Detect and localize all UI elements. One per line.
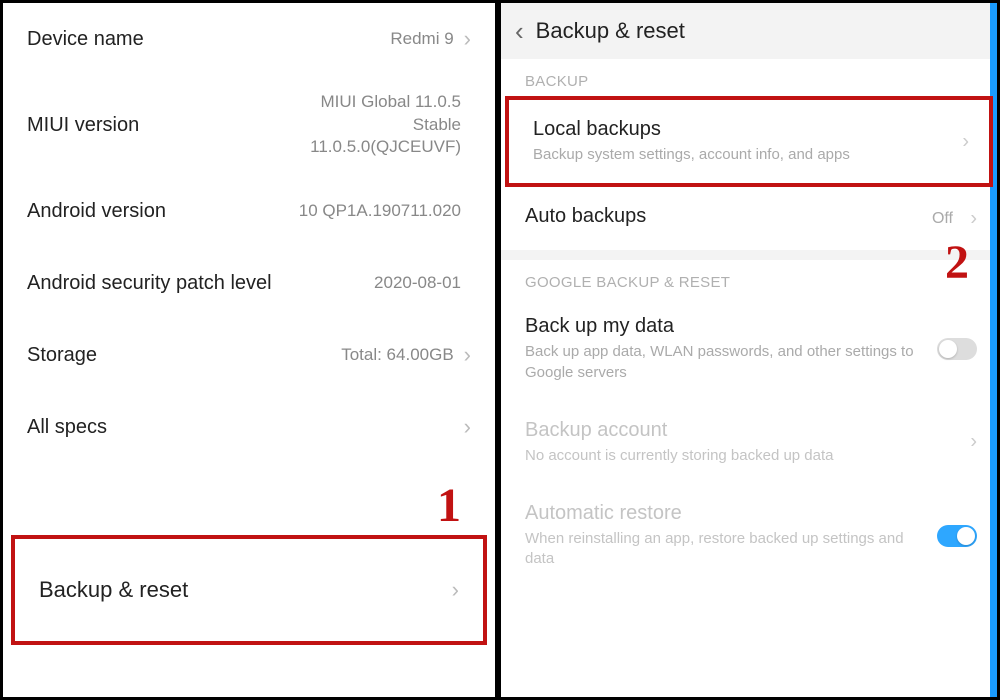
chevron-right-icon: › — [464, 414, 471, 440]
subtitle: Back up app data, WLAN passwords, and ot… — [525, 342, 928, 383]
section-backup: BACKUP — [501, 59, 997, 96]
status-value: Off — [932, 210, 953, 228]
label: Device name — [27, 28, 390, 51]
label: Android version — [27, 200, 299, 223]
chevron-right-icon: › — [962, 130, 969, 153]
row-local-backups[interactable]: Local backups Backup system settings, ac… — [505, 96, 993, 187]
divider — [501, 250, 997, 260]
row-automatic-restore[interactable]: Automatic restore When reinstalling an a… — [501, 484, 997, 588]
row-backup-reset[interactable]: Backup & reset › — [11, 535, 487, 645]
value: Total: 64.00GB — [341, 344, 453, 367]
label: Android security patch level — [27, 272, 374, 295]
section-google-backup: GOOGLE BACKUP & RESET — [501, 260, 997, 297]
chevron-right-icon: › — [970, 207, 977, 230]
toggle-switch[interactable] — [937, 525, 977, 547]
page-title: Backup & reset — [536, 18, 685, 44]
row-back-up-my-data[interactable]: Back up my data Back up app data, WLAN p… — [501, 297, 997, 401]
chevron-right-icon: › — [464, 342, 471, 368]
chevron-right-icon: › — [970, 431, 977, 454]
chevron-right-icon: › — [464, 26, 471, 52]
value: Redmi 9 — [390, 28, 453, 51]
settings-about-pane: Device name Redmi 9 › MIUI version MIUI … — [3, 3, 495, 697]
toggle-switch[interactable] — [937, 338, 977, 360]
title: Local backups — [533, 118, 965, 141]
row-miui-version[interactable]: MIUI version MIUI Global 11.0.5 Stable 1… — [3, 75, 495, 175]
row-storage[interactable]: Storage Total: 64.00GB › — [3, 319, 495, 391]
label: Storage — [27, 344, 341, 367]
label: MIUI version — [27, 114, 310, 137]
row-android-version[interactable]: Android version 10 QP1A.190711.020 — [3, 175, 495, 247]
subtitle: Backup system settings, account info, an… — [533, 145, 922, 165]
backup-reset-pane: ‹ Backup & reset BACKUP Local backups Ba… — [501, 3, 997, 697]
row-all-specs[interactable]: All specs › — [3, 391, 495, 463]
row-auto-backups[interactable]: Auto backups Off › — [501, 187, 997, 250]
back-icon[interactable]: ‹ — [515, 16, 524, 47]
row-security-patch[interactable]: Android security patch level 2020-08-01 — [3, 247, 495, 319]
value: 2020-08-01 — [374, 272, 461, 295]
row-device-name[interactable]: Device name Redmi 9 › — [3, 3, 495, 75]
step-marker-1: 1 — [437, 478, 461, 533]
chevron-right-icon: › — [452, 577, 459, 603]
title: Back up my data — [525, 315, 973, 338]
value: MIUI Global 11.0.5 Stable 11.0.5.0(QJCEU… — [310, 91, 461, 160]
subtitle: When reinstalling an app, restore backed… — [525, 529, 928, 570]
title: Backup account — [525, 419, 973, 442]
title: Automatic restore — [525, 502, 973, 525]
spacer — [3, 463, 495, 535]
subtitle: No account is currently storing backed u… — [525, 446, 928, 466]
header-bar: ‹ Backup & reset — [501, 3, 997, 59]
label: Backup & reset — [39, 577, 452, 603]
step-marker-2: 2 — [945, 235, 969, 290]
label: All specs — [27, 416, 464, 439]
value: 10 QP1A.190711.020 — [299, 200, 461, 223]
row-backup-account[interactable]: Backup account No account is currently s… — [501, 401, 997, 484]
title: Auto backups — [525, 205, 973, 228]
